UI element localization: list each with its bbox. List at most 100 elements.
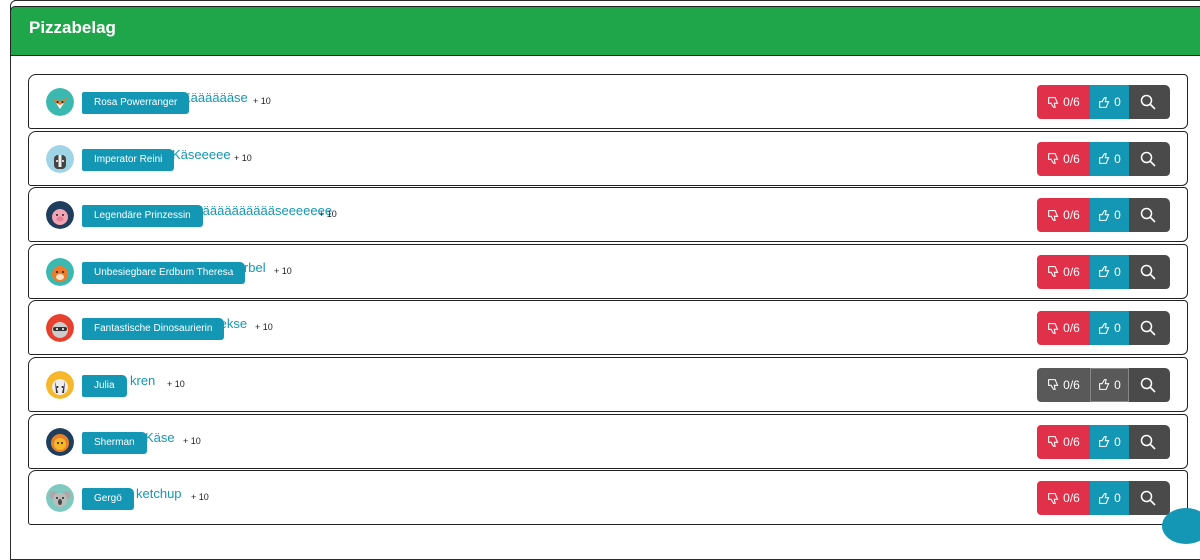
dislike-count: 0/6: [1063, 321, 1080, 336]
like-count: 0: [1114, 434, 1121, 449]
dislike-count: 0/6: [1063, 95, 1080, 109]
answer-text: kren: [130, 372, 156, 388]
like-count: 0: [1114, 95, 1121, 109]
player-name-badge: Julia: [82, 374, 127, 397]
search-button[interactable]: [1129, 481, 1170, 516]
dislike-count: 0/6: [1063, 208, 1080, 223]
player-name-badge: Rosa Powerranger: [82, 92, 190, 114]
like-button[interactable]: 0: [1090, 311, 1129, 346]
answer-row: Julia kren + 10 0/6 0: [28, 356, 1188, 412]
search-button[interactable]: [1129, 141, 1170, 176]
thumbs-down-icon: [1048, 266, 1059, 278]
like-button[interactable]: 0: [1090, 254, 1129, 289]
vote-buttons: 0/6 0: [1037, 254, 1170, 289]
dislike-button[interactable]: 0/6: [1037, 85, 1090, 119]
points-label: + 10: [183, 435, 201, 446]
dislike-button[interactable]: 0/6: [1037, 198, 1090, 233]
points-label: + 10: [255, 322, 273, 333]
search-icon: [1140, 321, 1156, 336]
answer-row: Fantastische Dinosaurierin Kekse + 10 0/…: [28, 300, 1188, 356]
search-icon: [1140, 377, 1156, 393]
thumbs-up-icon: [1099, 266, 1110, 278]
dislike-button[interactable]: 0/6: [1037, 141, 1090, 176]
search-icon: [1140, 207, 1156, 223]
answer-row: Gergö ketchup + 10 0/6 0: [28, 470, 1188, 526]
like-count: 0: [1114, 491, 1121, 506]
thumbs-down-icon: [1048, 492, 1059, 504]
player-name-badge: Unbesiegbare Erdbum Theresa: [82, 261, 246, 284]
answer-text: Käse: [145, 429, 175, 445]
answer-list: Rosa Powerranger Kääääääse + 10 0/6 0 Im…: [28, 74, 1188, 527]
thumbs-down-icon: [1048, 436, 1059, 447]
thumbs-down-icon: [1048, 153, 1059, 164]
search-button[interactable]: [1129, 424, 1170, 459]
thumbs-up-icon: [1099, 379, 1110, 391]
dislike-button[interactable]: 0/6: [1037, 424, 1090, 459]
dislike-button[interactable]: 0/6: [1037, 367, 1090, 402]
points-label: + 10: [191, 492, 209, 503]
like-count: 0: [1114, 208, 1121, 223]
search-button[interactable]: [1129, 367, 1170, 402]
answer-row: Imperator Reini Käseeeee + 10 0/6 0: [28, 130, 1188, 186]
like-button[interactable]: 0: [1090, 424, 1129, 459]
thumbs-up-icon: [1099, 436, 1110, 447]
points-label: + 10: [167, 378, 185, 389]
koala-icon: [46, 484, 74, 513]
vote-buttons: 0/6 0: [1037, 198, 1170, 233]
like-button[interactable]: 0: [1090, 141, 1129, 176]
player-name-badge: Legendäre Prinzessin: [82, 205, 203, 228]
answer-text: Kerbel: [228, 259, 266, 275]
panel-header: Pizzabelag: [10, 6, 1200, 56]
thumbs-down-icon: [1048, 96, 1059, 108]
answer-row: Legendäre Prinzessin Kääääääääääseeeeeee…: [28, 187, 1188, 243]
dislike-button[interactable]: 0/6: [1037, 311, 1090, 346]
search-icon: [1140, 264, 1156, 280]
dislike-button[interactable]: 0/6: [1037, 481, 1090, 516]
thumbs-up-icon: [1099, 322, 1110, 334]
like-button[interactable]: 0: [1090, 198, 1129, 233]
vote-buttons: 0/6 0: [1037, 85, 1170, 119]
answer-text: ketchup: [136, 486, 182, 502]
vote-buttons: 0/6 0: [1037, 424, 1170, 459]
player-name-badge: Imperator Reini: [82, 148, 175, 171]
search-button[interactable]: [1129, 311, 1170, 346]
search-icon: [1140, 151, 1156, 167]
dislike-button[interactable]: 0/6: [1037, 254, 1090, 289]
search-button[interactable]: [1129, 85, 1170, 119]
player-name-badge: Gergö: [82, 488, 134, 511]
dislike-count: 0/6: [1063, 377, 1080, 392]
answer-row: Unbesiegbare Erdbum Theresa Kerbel + 10 …: [28, 243, 1188, 299]
points-label: + 10: [274, 265, 292, 276]
like-button[interactable]: 0: [1090, 367, 1129, 402]
dislike-count: 0/6: [1063, 434, 1080, 449]
thumbs-up-icon: [1099, 96, 1110, 108]
thumbs-down-icon: [1048, 322, 1059, 334]
like-count: 0: [1114, 151, 1121, 166]
search-button[interactable]: [1129, 198, 1170, 233]
player-name-badge: Fantastische Dinosaurierin: [82, 318, 225, 341]
points-label: + 10: [234, 152, 252, 163]
vote-buttons: 0/6 0: [1037, 141, 1170, 176]
points-label: + 10: [253, 96, 271, 106]
search-button[interactable]: [1129, 254, 1170, 289]
thumbs-down-icon: [1048, 379, 1059, 391]
badger-icon: [46, 370, 74, 399]
like-count: 0: [1114, 264, 1121, 279]
answer-text: Kääääääse: [182, 90, 248, 105]
like-button[interactable]: 0: [1090, 481, 1129, 516]
vote-buttons: 0/6 0: [1037, 367, 1170, 402]
thumbs-up-icon: [1099, 153, 1110, 164]
panel-title: Pizzabelag: [29, 18, 116, 37]
fox-icon: [46, 88, 74, 116]
lion-icon: [46, 427, 74, 456]
like-count: 0: [1114, 377, 1121, 392]
answer-text: Kääääääääääseeeeeee: [194, 203, 333, 219]
thumbs-up-icon: [1099, 209, 1110, 221]
answer-text: Kekse: [211, 316, 248, 332]
vote-buttons: 0/6 0: [1037, 481, 1170, 516]
dislike-count: 0/6: [1063, 264, 1080, 279]
hamster-icon: [46, 257, 74, 286]
like-count: 0: [1114, 321, 1121, 336]
player-name-badge: Sherman: [82, 431, 147, 454]
like-button[interactable]: 0: [1090, 85, 1129, 119]
